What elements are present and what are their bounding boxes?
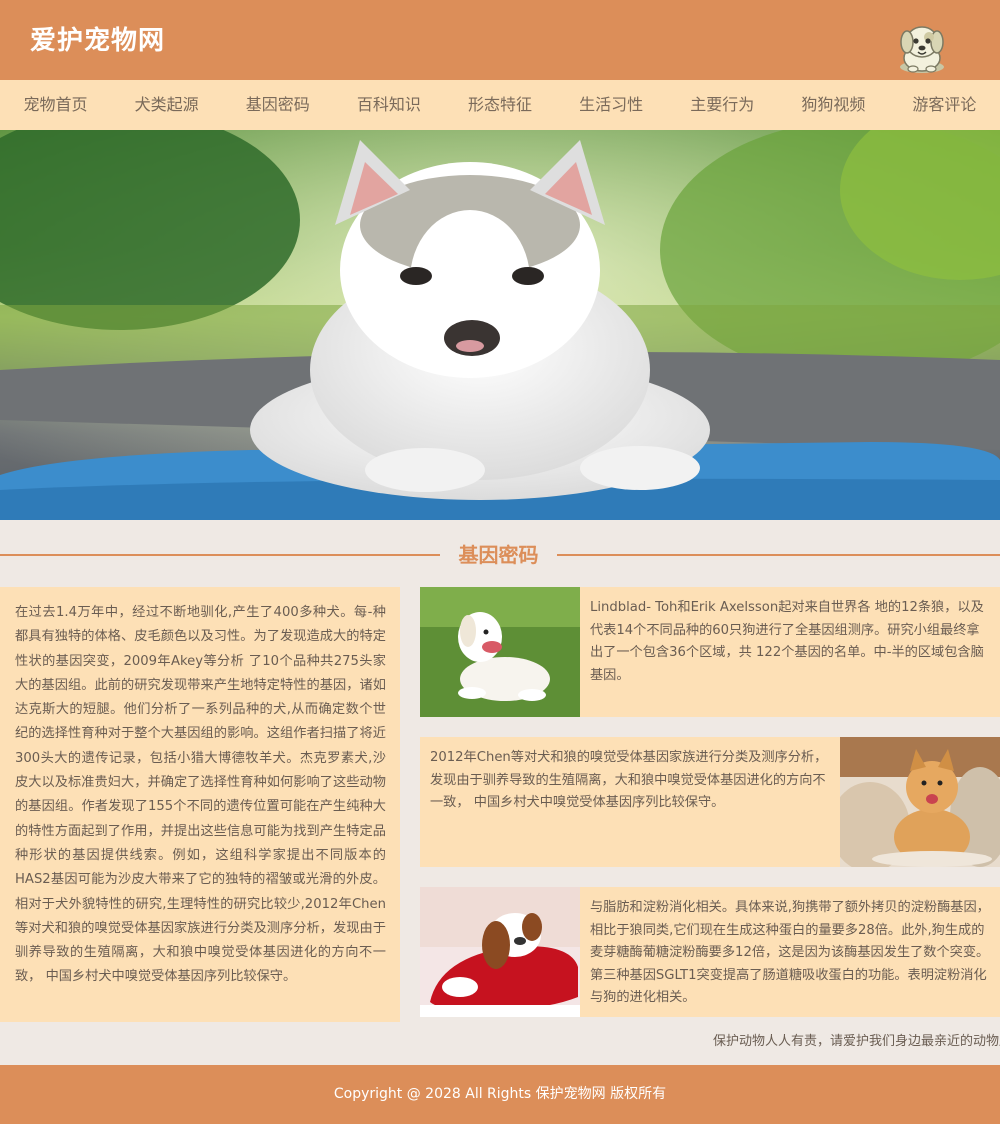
white-puppy-photo <box>420 587 580 717</box>
nav-item-home[interactable]: 宠物首页 <box>0 80 111 130</box>
nav-item-gene[interactable]: 基因密码 <box>222 80 333 130</box>
copyright-text: Copyright @ 2028 All Rights 保护宠物网 版权所有 <box>333 1086 667 1102</box>
divider-line-right <box>557 554 1000 556</box>
section-title: 基因密码 <box>458 543 539 567</box>
hero-banner-image <box>0 130 1000 520</box>
pomeranian-photo <box>840 737 1000 867</box>
nav-item-encyclopedia[interactable]: 百科知识 <box>333 80 444 130</box>
puppy-logo-icon[interactable] <box>894 20 950 76</box>
gene-article-card: 在过去1.4万年中，经过不断地驯化,产生了400多种犬。每-种都具有独特的体格、… <box>0 587 400 1022</box>
nav-item-comments[interactable]: 游客评论 <box>889 80 1000 130</box>
info-card-text: 与脂肪和淀粉消化相关。具体来说,狗携带了额外拷贝的淀粉酶基因，相比于狼同类,它们… <box>590 900 990 1006</box>
nav-item-morphology[interactable]: 形态特征 <box>444 80 555 130</box>
site-footer: Copyright @ 2028 All Rights 保护宠物网 版权所有 <box>0 1065 1000 1124</box>
husky-puppy-photo <box>0 130 1000 520</box>
info-card: 2012年Chen等对犬和狼的嗅觉受体基因家族进行分类及测序分析，发现由于驯养导… <box>420 737 1000 867</box>
nav-item-behavior[interactable]: 主要行为 <box>667 80 778 130</box>
scrolling-notice-text: 保护动物人人有责，请爱护我们身边最亲近的动物朋友 <box>713 1034 1000 1049</box>
section-heading: 基因密码 <box>0 535 1000 575</box>
scrolling-notice: 保护动物人人有责，请爱护我们身边最亲近的动物朋友 <box>0 1030 1000 1054</box>
info-card: Lindblad- Toh和Erik Axelsson起对来自世界各 地的12条… <box>420 587 1000 717</box>
nav-item-videos[interactable]: 狗狗视频 <box>778 80 889 130</box>
divider-line-left <box>0 554 440 556</box>
info-card-text: 2012年Chen等对犬和狼的嗅觉受体基因家族进行分类及测序分析，发现由于驯养导… <box>430 750 828 811</box>
main-nav: 宠物首页 犬类起源 基因密码 百科知识 形态特征 生活习性 主要行为 狗狗视频 … <box>0 80 1000 130</box>
spaniel-on-pillow-photo <box>420 887 580 1017</box>
nav-item-origin[interactable]: 犬类起源 <box>111 80 222 130</box>
info-card: 与脂肪和淀粉消化相关。具体来说,狗携带了额外拷贝的淀粉酶基因，相比于狼同类,它们… <box>420 887 1000 1017</box>
info-card-text: Lindblad- Toh和Erik Axelsson起对来自世界各 地的12条… <box>590 600 984 683</box>
gene-article-text: 在过去1.4万年中，经过不断地驯化,产生了400多种犬。每-种都具有独特的体格、… <box>15 605 386 985</box>
nav-item-habits[interactable]: 生活习性 <box>556 80 667 130</box>
site-title[interactable]: 爱护宠物网 <box>30 24 165 58</box>
site-header: 爱护宠物网 <box>0 0 1000 80</box>
